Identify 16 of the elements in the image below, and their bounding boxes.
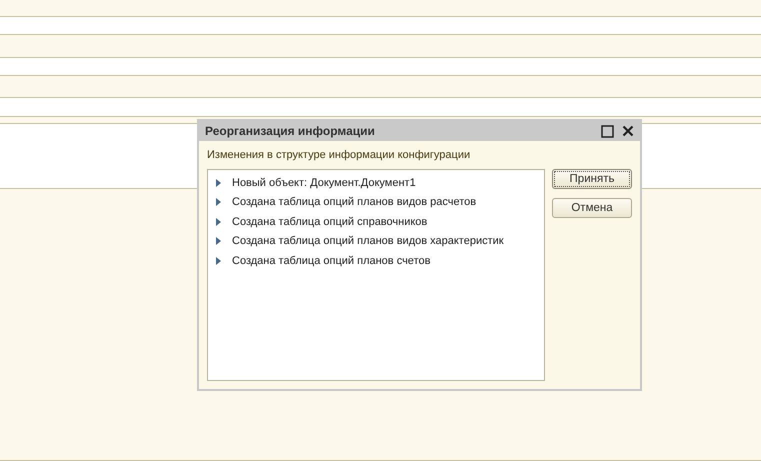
caption-label: Изменения в структуре информации конфигурации bbox=[207, 149, 472, 163]
cancel-button[interactable]: Отмена bbox=[552, 198, 632, 218]
expand-arrow-icon[interactable] bbox=[216, 178, 222, 187]
expand-arrow-icon[interactable] bbox=[216, 218, 222, 226]
expand-arrow-icon[interactable] bbox=[216, 237, 222, 246]
tree-item[interactable]: Создана таблица опций планов счетов bbox=[232, 254, 430, 267]
tree-item[interactable]: Создана таблица опций справочников bbox=[232, 216, 428, 228]
window-title: Реорганизация информации bbox=[205, 124, 376, 138]
expand-arrow-icon[interactable] bbox=[216, 198, 222, 206]
expand-arrow-icon[interactable] bbox=[216, 256, 222, 265]
tree-item[interactable]: Создана таблица опций планов видов характеристик bbox=[232, 235, 504, 248]
tree-item[interactable]: Новый объект: Документ.Документ1 bbox=[232, 176, 416, 189]
maximize-icon[interactable] bbox=[601, 124, 614, 138]
accept-button[interactable]: Принять bbox=[552, 169, 632, 189]
tree-item[interactable]: Создана таблица опций планов видов расчетов bbox=[232, 196, 476, 208]
close-icon[interactable] bbox=[622, 125, 634, 137]
